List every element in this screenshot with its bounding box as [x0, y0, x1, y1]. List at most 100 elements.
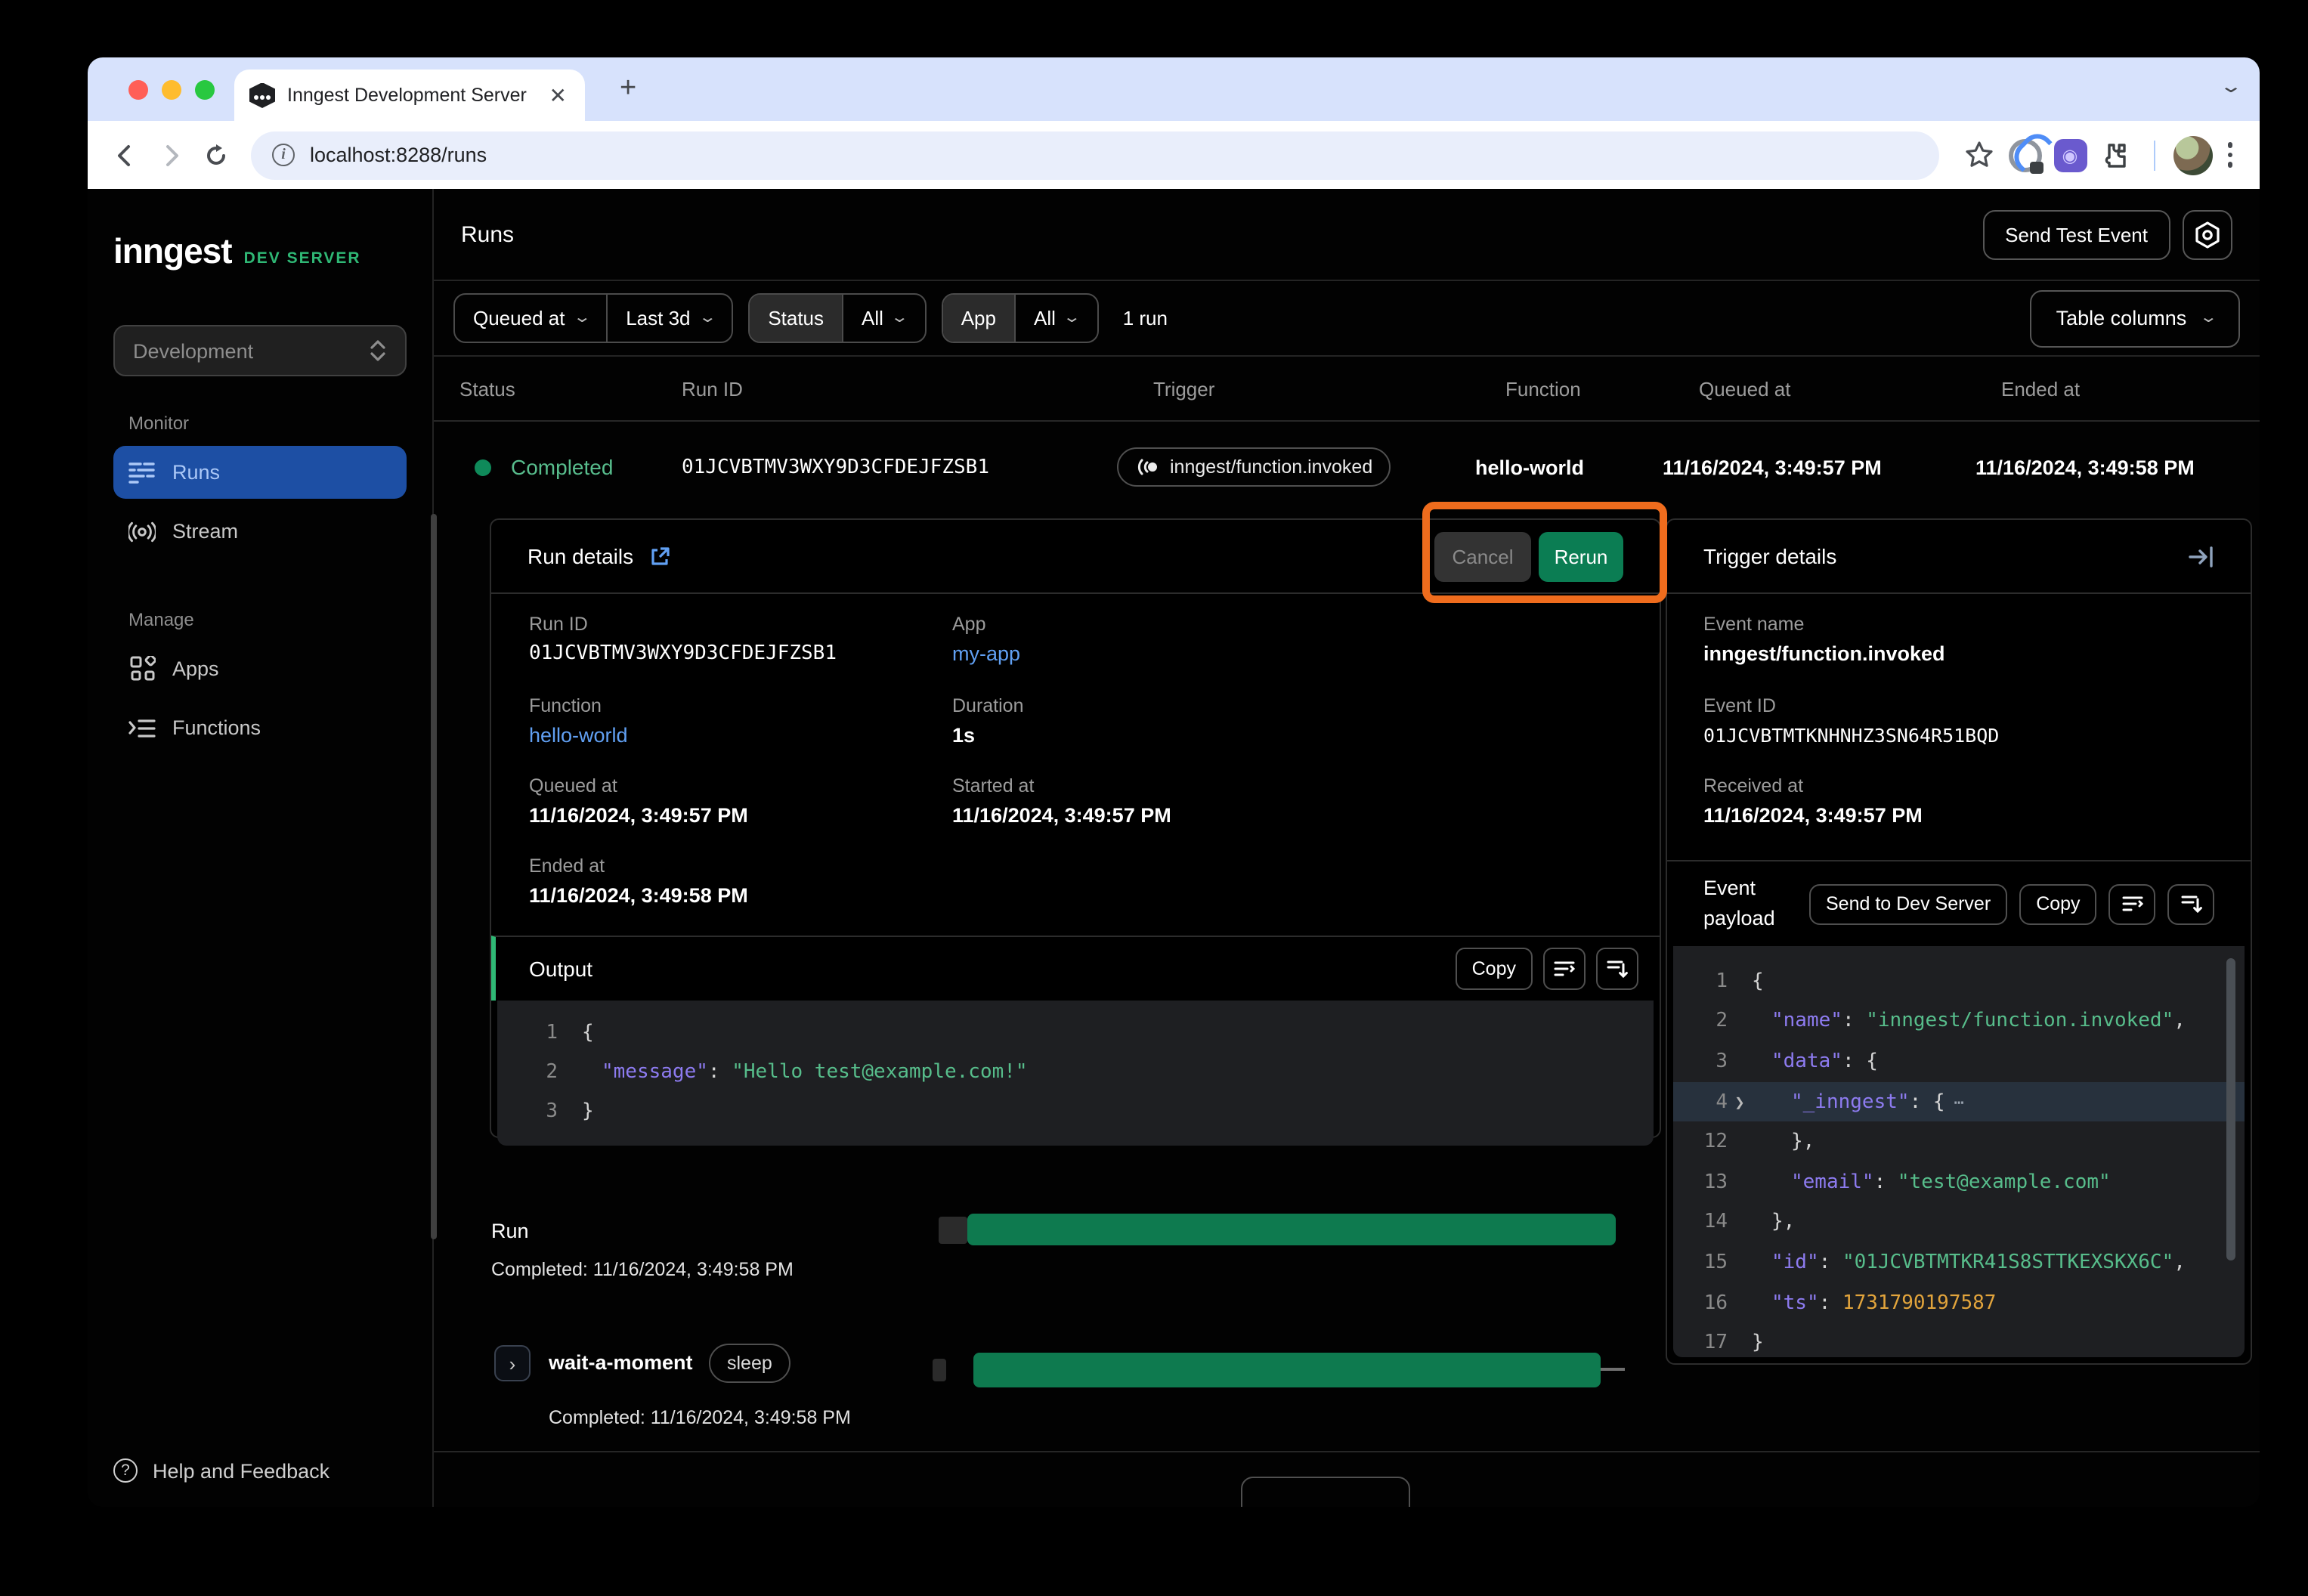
- tab-search-chevron-icon[interactable]: ⌄: [2219, 76, 2243, 97]
- run-details-drawer: Run details Cancel Rerun Run ID 01JCVBTM…: [434, 512, 2260, 1504]
- browser-menu-icon[interactable]: [2218, 143, 2241, 168]
- sidebar-item-apps[interactable]: Apps: [113, 642, 407, 695]
- copy-payload-button[interactable]: Copy: [2019, 883, 2096, 924]
- timeline-step-bar-prefix: [933, 1359, 946, 1381]
- table-row[interactable]: Completed 01JCVBTMV3WXY9D3CFDEJFZSB1 inn…: [434, 420, 2260, 512]
- time-range-dropdown[interactable]: Last 3d ⌄: [608, 295, 732, 342]
- started-at-value: 11/16/2024, 3:49:57 PM: [952, 804, 1171, 827]
- url-text[interactable]: localhost:8288/runs: [310, 144, 487, 166]
- trigger-details-panel: Trigger details Event name inngest/funct…: [1666, 518, 2252, 1365]
- col-run-id[interactable]: Run ID: [682, 377, 1153, 400]
- received-at-value: 11/16/2024, 3:49:57 PM: [1703, 804, 1923, 827]
- sidebar-item-label: Functions: [172, 716, 261, 739]
- run-details-panel: Run details Cancel Rerun Run ID 01JCVBTM…: [490, 518, 1661, 1138]
- sidebar-item-label: Apps: [172, 657, 219, 680]
- function-link[interactable]: hello-world: [529, 724, 628, 747]
- extensions-puzzle-icon[interactable]: [2096, 135, 2135, 175]
- browser-tab[interactable]: Inngest Development Server ✕: [234, 70, 585, 121]
- send-to-dev-server-button[interactable]: Send to Dev Server: [1809, 883, 2007, 924]
- dev-server-label: DEV SERVER: [244, 249, 361, 268]
- step-kind-badge: sleep: [709, 1344, 790, 1383]
- scrollbar-thumb[interactable]: [2226, 958, 2235, 1260]
- collapse-panel-icon[interactable]: [2189, 545, 2214, 568]
- sidebar-item-runs[interactable]: Runs: [113, 446, 407, 499]
- ended-at-cell: 11/16/2024, 3:49:58 PM: [1975, 456, 2260, 478]
- close-window-button[interactable]: [128, 79, 148, 99]
- queued-at-cell: 11/16/2024, 3:49:57 PM: [1663, 456, 2001, 478]
- cancel-button[interactable]: Cancel: [1434, 531, 1531, 581]
- profile-avatar[interactable]: [2173, 135, 2212, 175]
- browser-toolbar: i localhost:8288/runs ◉: [88, 121, 2260, 189]
- output-header: Output Copy: [491, 936, 1660, 1001]
- filter-bar: Queued at ⌄ Last 3d ⌄ Status A: [434, 281, 2260, 355]
- step-expand-button[interactable]: ›: [494, 1345, 531, 1381]
- status-filter-value: All: [862, 307, 883, 329]
- sidebar-item-functions[interactable]: Functions: [113, 701, 407, 754]
- rerun-button[interactable]: Rerun: [1539, 531, 1623, 581]
- word-wrap-button[interactable]: [2109, 883, 2156, 924]
- window-controls[interactable]: [128, 79, 215, 99]
- event-payload-code[interactable]: 1 { 2 "name": "inngest/function.invoked"…: [1673, 946, 2245, 1357]
- event-id-value: 01JCVBTMTKNHNHZ3SN64R51BQD: [1703, 724, 1999, 747]
- code-line: 1 {: [1673, 961, 2245, 1001]
- minimize-window-button[interactable]: [162, 79, 181, 99]
- status-filter-group: Status All ⌄: [748, 293, 926, 343]
- settings-gear-button[interactable]: [2183, 209, 2232, 259]
- address-bar[interactable]: i localhost:8288/runs: [251, 131, 1938, 179]
- status-text: Completed: [511, 455, 613, 479]
- send-test-event-button[interactable]: Send Test Event: [1982, 209, 2170, 259]
- chevron-down-icon: ⌄: [2198, 310, 2217, 326]
- help-and-feedback[interactable]: ? Help and Feedback: [113, 1458, 329, 1483]
- app-link[interactable]: my-app: [952, 642, 1020, 665]
- divider: [1667, 592, 2251, 594]
- inngest-favicon-icon: [249, 82, 275, 108]
- scroll-to-bottom-button[interactable]: [2168, 883, 2215, 924]
- copy-output-button[interactable]: Copy: [1456, 948, 1533, 990]
- purple-extension-icon[interactable]: ◉: [2050, 135, 2090, 175]
- site-info-icon[interactable]: i: [272, 144, 295, 166]
- password-extension-icon[interactable]: [2005, 135, 2044, 175]
- runs-icon: [128, 459, 156, 486]
- trigger-badge[interactable]: inngest/function.invoked: [1117, 447, 1391, 487]
- col-status[interactable]: Status: [459, 377, 682, 400]
- bookmark-star-icon[interactable]: [1960, 135, 1999, 175]
- forward-button[interactable]: [151, 135, 190, 175]
- browser-window: Inngest Development Server ✕ + ⌄ i local…: [88, 57, 2260, 1507]
- status-filter-dropdown[interactable]: All ⌄: [843, 295, 925, 342]
- chevron-down-icon: ⌄: [891, 310, 910, 326]
- col-trigger[interactable]: Trigger: [1153, 377, 1505, 400]
- page-header: Runs Send Test Event: [434, 189, 2260, 280]
- environment-selector[interactable]: Development: [113, 325, 407, 376]
- time-field-dropdown[interactable]: Queued at ⌄: [455, 295, 608, 342]
- app-filter-dropdown[interactable]: All ⌄: [1016, 295, 1097, 342]
- started-at-label: Started at: [952, 775, 1034, 796]
- maximize-window-button[interactable]: [195, 79, 215, 99]
- divider: [491, 592, 1660, 594]
- queued-at-label: Queued at: [529, 775, 617, 796]
- event-name-label: Event name: [1703, 614, 1804, 635]
- sidebar-item-label: Runs: [172, 461, 220, 484]
- timeline-run-label: Run: [491, 1220, 529, 1242]
- reload-button[interactable]: [196, 135, 236, 175]
- sidebar-item-stream[interactable]: Stream: [113, 505, 407, 558]
- partially-visible-button[interactable]: [1241, 1477, 1410, 1507]
- collapsed-ellipsis[interactable]: ⋯: [1954, 1092, 1966, 1112]
- new-tab-button[interactable]: +: [620, 73, 636, 106]
- timeline-run-bar[interactable]: [967, 1214, 1616, 1245]
- timeline-step-bar[interactable]: [973, 1353, 1601, 1387]
- fold-chevron-icon[interactable]: ❯: [1728, 1092, 1752, 1112]
- word-wrap-button[interactable]: [1543, 948, 1586, 990]
- scroll-to-bottom-button[interactable]: [1596, 948, 1638, 990]
- output-code[interactable]: 1 { 2 "message": "Hello test@example.com…: [497, 1001, 1654, 1146]
- back-button[interactable]: [106, 135, 145, 175]
- step-completed: Completed: 11/16/2024, 3:49:58 PM: [549, 1407, 851, 1428]
- col-function[interactable]: Function: [1505, 377, 1699, 400]
- tab-close-icon[interactable]: ✕: [546, 85, 570, 106]
- code-line: 15 "id": "01JCVBTMTKR41S8STTKEXSKX6C",: [1673, 1242, 2245, 1282]
- tab-strip: Inngest Development Server ✕ + ⌄: [88, 57, 2260, 121]
- external-link-icon[interactable]: [648, 545, 671, 568]
- col-queued-at[interactable]: Queued at: [1699, 377, 2001, 400]
- table-columns-button[interactable]: Table columns ⌄: [2031, 289, 2240, 347]
- col-ended-at[interactable]: Ended at: [2001, 377, 2260, 400]
- code-line-collapsed[interactable]: 4❯ "_inngest": {⋯: [1673, 1082, 2245, 1122]
